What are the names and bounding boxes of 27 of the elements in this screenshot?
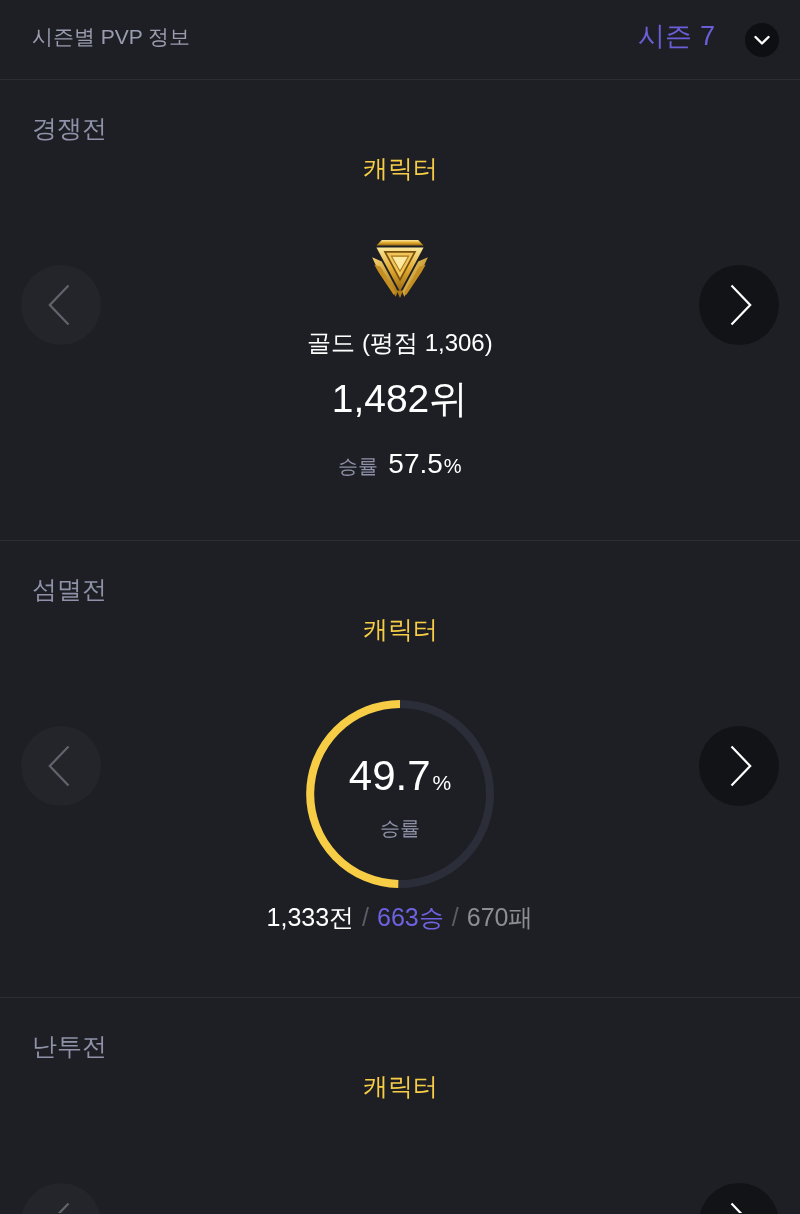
page-title: 시즌별 PVP 정보 bbox=[32, 23, 191, 50]
chevron-left-icon bbox=[48, 284, 70, 326]
section-title: 난투전 bbox=[31, 1031, 108, 1062]
chevron-left-icon bbox=[57, 1202, 70, 1213]
win-rate-value: 49.7% bbox=[348, 750, 452, 801]
section-title: 섬멸전 bbox=[31, 574, 108, 605]
chevron-left-icon bbox=[48, 745, 70, 787]
chevron-down-icon bbox=[745, 22, 779, 57]
season-selector[interactable]: 시즌 7 bbox=[638, 22, 779, 57]
tier-rating: 골드 (평점 1,306) bbox=[307, 328, 493, 358]
win-rate-value: 57.5% bbox=[388, 447, 462, 481]
category-label: 캐릭터 bbox=[361, 153, 439, 184]
chevron-right-icon bbox=[730, 284, 752, 326]
category-label: 캐릭터 bbox=[361, 614, 439, 645]
loss-count: 670패 bbox=[466, 902, 534, 933]
chevron-right-icon bbox=[730, 1202, 743, 1213]
win-rate-label: 승률 bbox=[338, 454, 379, 479]
category-label: 캐릭터 bbox=[361, 1071, 439, 1102]
slash-separator: / bbox=[451, 902, 459, 933]
win-count: 663승 bbox=[377, 902, 444, 933]
section-title: 경쟁전 bbox=[31, 113, 108, 144]
match-count: 1,333전 bbox=[266, 902, 355, 933]
chevron-right-icon bbox=[730, 745, 752, 787]
winged-triangle-emblem-icon bbox=[371, 239, 429, 299]
ranking: 1,482위 bbox=[331, 376, 469, 422]
win-rate-label: 승률 bbox=[380, 815, 420, 841]
slash-separator: / bbox=[362, 902, 370, 933]
